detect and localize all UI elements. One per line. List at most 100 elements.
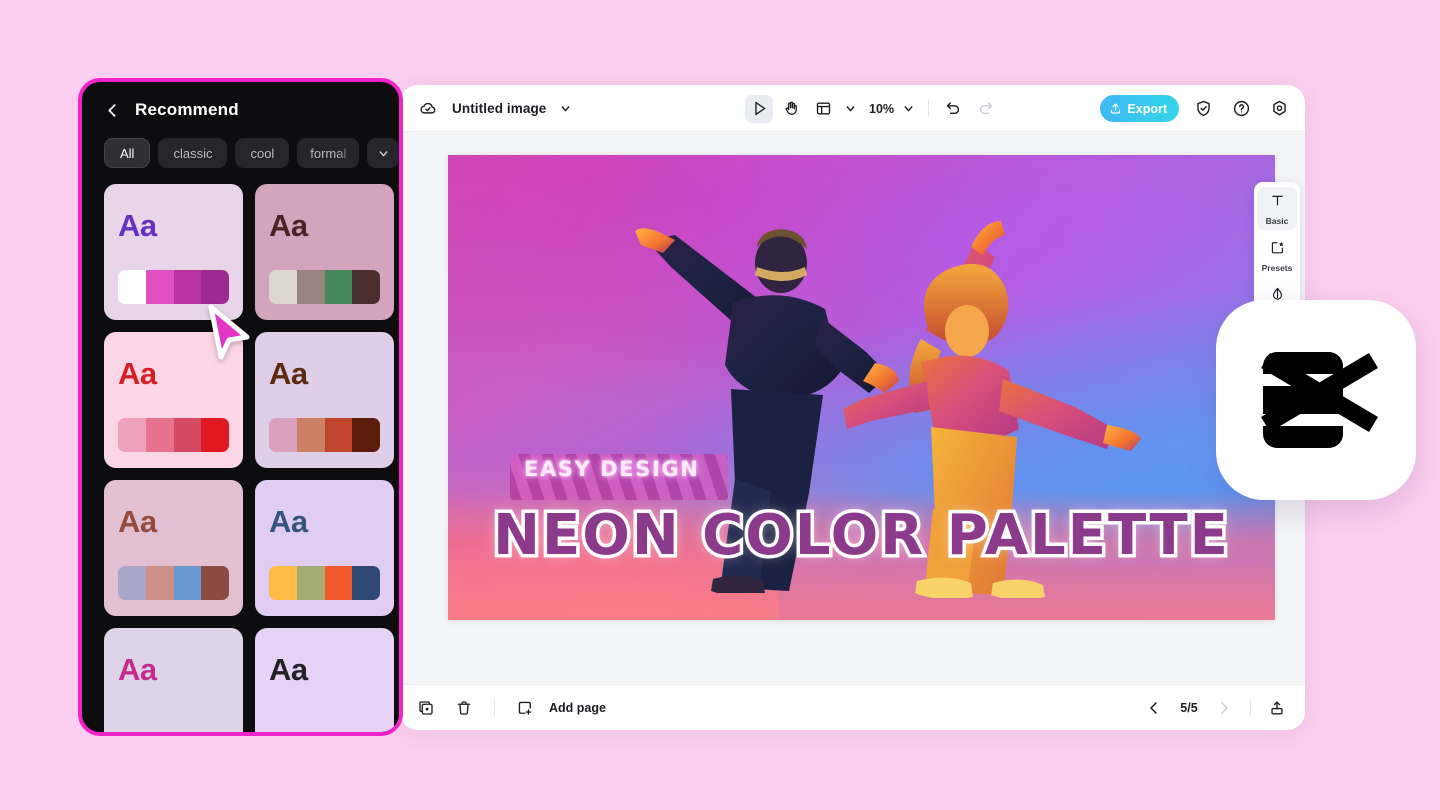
top-bar-tools-group: 10% [745,85,999,132]
palette-swatch-bar [118,566,229,600]
palette-sample-text: Aa [118,652,157,688]
question-circle-icon[interactable] [1227,95,1255,123]
editor-bottom-bar: Add page 5/5 [400,684,1305,730]
palette-swatch [269,418,297,452]
chevron-down-icon[interactable] [556,99,574,117]
capcut-logo-icon [1250,344,1382,456]
document-title[interactable]: Untitled image [452,101,546,116]
palette-card[interactable]: Aa [255,628,394,736]
top-bar-left-group: Untitled image [400,94,574,122]
filter-chip-cool[interactable]: cool [235,138,289,168]
panel-header: Recommend [82,82,399,120]
subheadline-text: EASY DESIGN [524,457,699,481]
tool-basic-label: Basic [1266,216,1289,226]
palette-swatch [118,418,146,452]
palette-swatch [201,566,229,600]
palette-swatch [352,270,380,304]
prev-page-button[interactable] [1140,694,1168,722]
upload-icon [1109,102,1122,115]
tool-basic[interactable]: Basic [1257,187,1297,230]
filter-chip-row: All classic cool formal [82,120,399,168]
hand-tool[interactable] [777,95,805,123]
palette-swatch [352,566,380,600]
page-indicator: 5/5 [1174,701,1204,715]
page-nav-divider [1250,699,1251,716]
palette-swatch [325,418,353,452]
toolbar-divider [928,100,929,117]
palette-swatch [297,270,325,304]
editor-top-bar: Untitled image [400,85,1305,132]
redo-button[interactable] [971,95,999,123]
shield-check-icon[interactable] [1189,95,1217,123]
duplicate-page-icon[interactable] [412,694,440,722]
palette-card[interactable]: Aa [255,480,394,616]
recommend-panel: Recommend All classic cool formal AaAaAa… [78,78,403,736]
chevron-down-icon [377,147,390,160]
bottom-bar-left-group: Add page [400,694,606,722]
palette-swatch [325,566,353,600]
canvas-area[interactable]: EASY DESIGN NEON COLOR PALETTE Basic [400,132,1305,684]
palette-swatch-bar [118,418,229,452]
palette-sample-text: Aa [269,208,308,244]
palette-sample-text: Aa [269,504,308,540]
panel-title: Recommend [135,100,239,120]
palette-swatch [146,566,174,600]
trash-icon[interactable] [450,694,478,722]
palette-card[interactable]: Aa [255,332,394,468]
palette-sample-text: Aa [118,504,157,540]
headline-text[interactable]: NEON COLOR PALETTE [493,503,1230,568]
zoom-level-value[interactable]: 10% [869,102,894,116]
presets-star-icon [1269,239,1286,261]
palette-sample-text: Aa [269,356,308,392]
palette-swatch [269,566,297,600]
palette-swatch [118,270,146,304]
export-button-label: Export [1127,102,1167,116]
layout-dropdown-chevron-down-icon[interactable] [841,95,859,123]
palette-swatch [352,418,380,452]
palette-swatch-bar [269,566,380,600]
cloud-saved-icon [414,94,442,122]
tool-presets-label: Presets [1262,263,1293,273]
bottom-bar-divider [494,699,495,716]
export-page-icon[interactable] [1263,694,1291,722]
top-bar-right-group: Export [1100,85,1293,132]
export-button[interactable]: Export [1100,95,1179,122]
palette-swatch [201,418,229,452]
palette-sample-text: Aa [269,652,308,688]
artboard[interactable]: EASY DESIGN NEON COLOR PALETTE [448,155,1275,620]
palette-swatch [201,270,229,304]
filter-chip-classic[interactable]: classic [158,138,227,168]
palette-swatch [174,270,202,304]
palette-swatch-bar [269,270,380,304]
palette-swatch [118,566,146,600]
palette-swatch [325,270,353,304]
add-page-icon[interactable] [511,694,539,722]
palette-grid: Aa Aa Aa Aa Aa Aa Aa Aa [82,168,399,736]
tool-presets[interactable]: Presets [1257,234,1297,277]
palette-sample-text: Aa [118,356,157,392]
zoom-dropdown-chevron-down-icon[interactable] [898,95,918,123]
select-tool[interactable] [745,95,773,123]
text-T-icon [1269,192,1286,214]
filter-chip-more[interactable] [367,138,399,168]
palette-swatch-bar [118,270,229,304]
filter-chip-all[interactable]: All [104,138,150,168]
undo-button[interactable] [939,95,967,123]
palette-card[interactable]: Aa [104,480,243,616]
palette-card[interactable]: Aa [104,628,243,736]
subheadline-group[interactable]: EASY DESIGN [510,452,713,488]
layout-panel-icon[interactable] [809,95,837,123]
palette-card[interactable]: Aa [255,184,394,320]
palette-sample-text: Aa [118,208,157,244]
filter-chip-formal[interactable]: formal [297,138,359,168]
palette-swatch [146,270,174,304]
palette-swatch-bar [269,418,380,452]
palette-card[interactable]: Aa [104,332,243,468]
next-page-button[interactable] [1210,694,1238,722]
gear-icon[interactable] [1265,95,1293,123]
add-page-label[interactable]: Add page [549,701,606,715]
back-chevron-left-icon[interactable] [104,102,121,119]
editor-window: Untitled image [400,85,1305,730]
palette-card[interactable]: Aa [104,184,243,320]
capcut-logo-badge [1216,300,1416,500]
